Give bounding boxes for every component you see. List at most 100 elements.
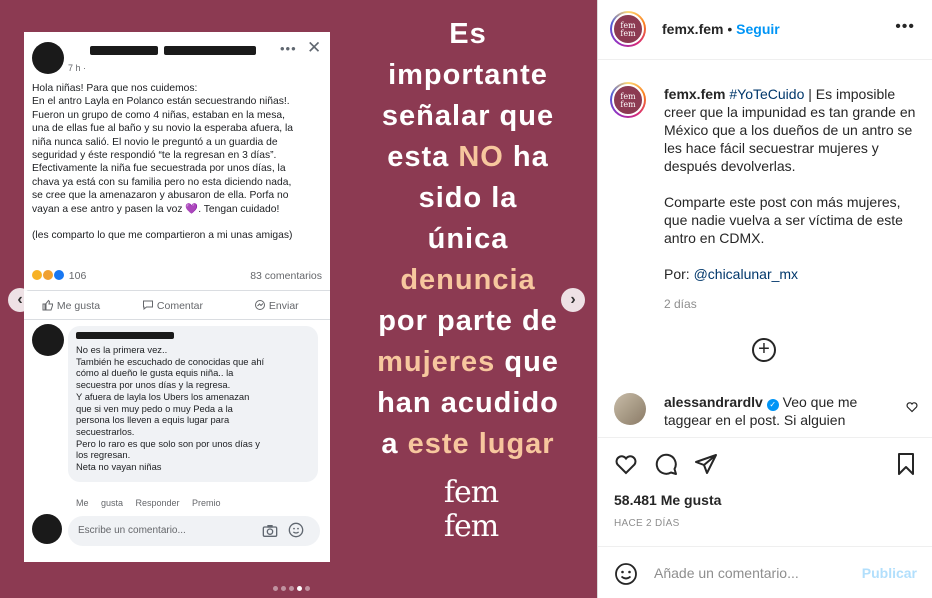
carousel-dot (289, 586, 294, 591)
headline-line: han acudido (377, 387, 559, 419)
headline-fragment: esta (387, 141, 459, 173)
fb-like-label: Me gusta (56, 300, 101, 312)
fb-input-icons (262, 522, 304, 541)
post-media[interactable]: 7 h · ••• ✕ Hola niñas! Para que nos cui… (0, 0, 597, 598)
like-reaction-icon (53, 270, 64, 280)
headline-line: mujeres que (340, 342, 596, 383)
headline-line: por parte de (378, 305, 558, 337)
commenter-avatar[interactable] (614, 393, 646, 425)
commenter-username[interactable]: alessandrardlv (664, 394, 763, 410)
verified-badge-icon: ✓ (766, 399, 779, 411)
femfem-logo: fem fem (426, 476, 516, 544)
fb-body-line: chava ya está con su familia pero no est… (32, 176, 292, 188)
headline-highlight: NO (458, 141, 504, 173)
fb-body-line: (les comparto lo que me compartieron a m… (32, 230, 293, 242)
fb-comment-actions: Me gusta Responder Premio (76, 498, 221, 508)
share-send-icon[interactable] (694, 452, 718, 476)
comment-item: alessandrardlv ✓ Veo que me taggear en e… (614, 393, 924, 433)
fb-body-line: vayan a ese antro y pasen la voz 💜. Teng… (32, 203, 280, 215)
emoji-icon (288, 522, 304, 538)
avatar-logo: fem fem (612, 13, 644, 45)
follow-button[interactable]: Seguir (736, 21, 780, 37)
headline-highlight: este lugar (407, 428, 555, 460)
headline-line: importante (388, 59, 548, 91)
fb-body-line (32, 216, 324, 229)
post-caption: femx.fem #YoTeCuido | Es imposible creer… (664, 85, 916, 283)
fb-comment-line: que si ven muy pedo o muy Peda a la (76, 402, 233, 414)
fb-comment: No es la primera vez.. También he escuch… (32, 324, 330, 508)
fb-writer-avatar (32, 514, 62, 544)
fb-comments-count: 83 comentarios (250, 270, 322, 282)
fb-comment-line: Y afuera de layla los Ubers los amenazan (76, 390, 250, 402)
caption-credit-prefix: Por: (664, 266, 694, 282)
separator: • (723, 21, 737, 37)
save-bookmark-icon[interactable] (894, 452, 918, 476)
logo-text: fem (443, 509, 499, 544)
fb-action-bar: Me gusta Comentar Enviar (24, 290, 330, 320)
avatar-logo-text: fem (620, 29, 636, 38)
fb-avatar-redacted (32, 42, 64, 74)
carousel-dot (305, 586, 310, 591)
fb-body-line: Fueron un grupo de como 4 niñas, estaban… (32, 109, 286, 121)
fb-like-action: Me gusta (42, 299, 100, 312)
fb-post-body: Hola niñas! Para que nos cuidemos: En el… (32, 82, 324, 242)
previous-slide-button[interactable]: ‹ (8, 288, 32, 312)
fb-send-label: Enviar (268, 300, 299, 312)
fb-comment-action: Comentar (142, 299, 203, 312)
fb-body-line: una de ellas fue al baño y su novio la e… (32, 123, 294, 135)
headline-highlight: denuncia (400, 264, 536, 296)
logo-text: fem (443, 475, 499, 510)
fb-post-header: 7 h · ••• ✕ (24, 32, 330, 74)
fb-comment-line: Neta no vayan niñas (76, 461, 162, 473)
headline-line: Es (449, 18, 487, 50)
carousel-dot-active (297, 586, 302, 591)
comment-text: alessandrardlv ✓ Veo que me taggear en e… (664, 393, 896, 433)
header-name-row: femx.fem • Seguir (662, 21, 780, 39)
fb-comment-line: cómo al dueño le gusta equis niña.. la (76, 367, 234, 379)
post-header: fem fem femx.fem • Seguir ••• (598, 0, 932, 60)
fb-comment-line: persona los lleven a equis lugar para (76, 414, 230, 426)
comment-icon[interactable] (654, 452, 678, 476)
fb-comment-line: secuestrarlos. (76, 425, 135, 437)
like-heart-icon[interactable] (614, 452, 638, 476)
avatar-logo-text: fem (620, 100, 636, 109)
headline-text: Es importante señalar que esta NO ha sid… (340, 14, 596, 465)
load-more-comments-button[interactable]: + (752, 338, 776, 362)
caption-text: Comparte este post con más mujeres, que … (664, 194, 903, 246)
redacted-name (164, 46, 256, 55)
fb-comment-line: También he escuchado de conocidas que ah… (76, 355, 265, 367)
fb-comment-line: No es la primera vez.. (76, 344, 168, 355)
caption-time: 2 días (664, 297, 697, 311)
fb-comment-line: secuestra por unos días y la regresa. (76, 379, 231, 391)
wow-reaction-icon (42, 270, 53, 280)
fb-body-line: En el antro Layla en Polanco están secue… (32, 96, 290, 108)
caption-username[interactable]: femx.fem (664, 86, 725, 102)
hashtag-link[interactable]: #YoTeCuido (729, 86, 804, 102)
haha-reaction-icon (32, 270, 42, 280)
author-username[interactable]: femx.fem (662, 21, 723, 37)
fb-commenter-avatar (32, 324, 64, 356)
headline-line: sido la (418, 182, 518, 214)
caption-author-avatar[interactable]: fem fem (610, 82, 646, 118)
publish-button[interactable]: Publicar (862, 565, 917, 581)
fb-body-line: Hola niñas! Para que nos cuidemos: (32, 83, 198, 94)
fb-reactions-row: 106 83 comentarios (32, 270, 322, 284)
emoji-picker-icon[interactable] (614, 562, 638, 586)
headline-line: a este lugar (340, 424, 596, 465)
likes-count[interactable]: 58.481 Me gusta (614, 492, 721, 508)
fb-body-line: se cree que la amenazaron y abusaron de … (32, 190, 289, 202)
more-options-icon[interactable]: ••• (895, 18, 915, 36)
redacted-name (90, 46, 158, 55)
headline-line: única (427, 223, 509, 255)
fb-comment-input: Escribe un comentario... (68, 516, 320, 546)
carousel-indicator (273, 578, 313, 591)
speech-bubble-icon (143, 300, 153, 311)
fb-body-line: niña nunca salió. El novio le preguntó a… (32, 136, 278, 148)
fb-send-action: Enviar (254, 299, 299, 312)
comment-input[interactable]: Añade un comentario... (654, 565, 799, 581)
mention-link[interactable]: @chicalunar_mx (694, 266, 798, 282)
comment-like-heart-icon[interactable] (906, 401, 918, 413)
fb-comment-text: No es la primera vez.. También he escuch… (76, 344, 316, 473)
author-avatar[interactable]: fem fem (610, 11, 646, 47)
headline-line: esta NO ha (340, 137, 596, 178)
